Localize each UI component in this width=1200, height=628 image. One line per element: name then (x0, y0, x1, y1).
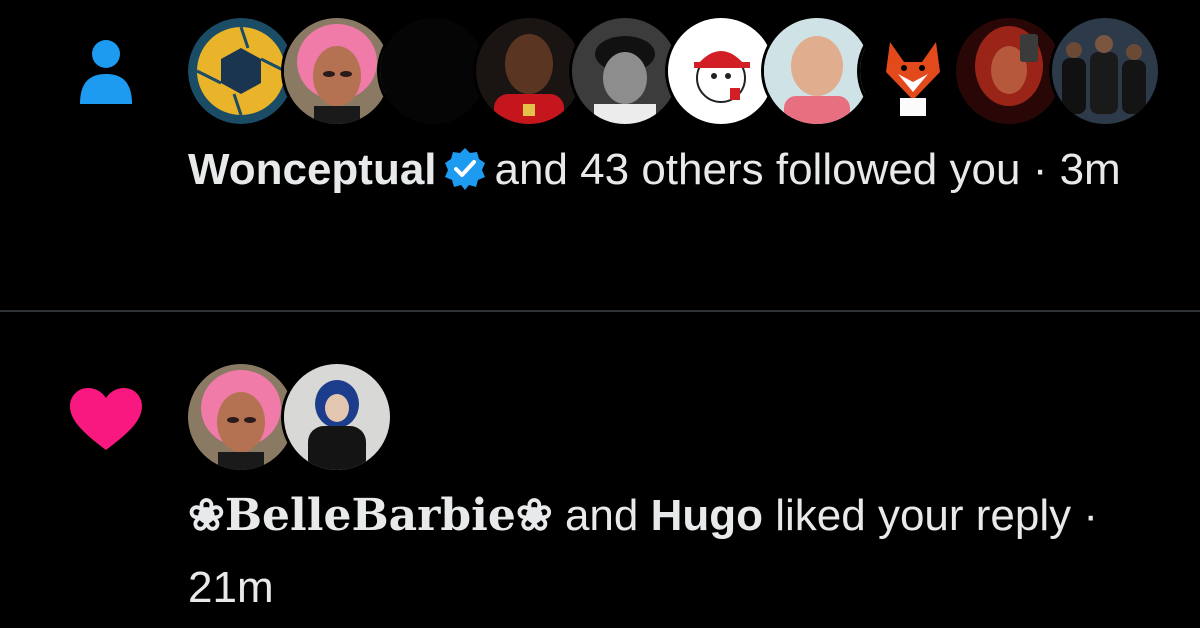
avatar[interactable] (188, 18, 294, 124)
liker-avatars (188, 364, 390, 470)
follower-avatars (188, 18, 1158, 124)
timestamp[interactable]: 21m (188, 563, 274, 612)
avatar[interactable] (1052, 18, 1158, 124)
action-text: liked your reply (775, 491, 1072, 540)
avatar[interactable] (284, 364, 390, 470)
follow-notification-text: Wonceptual and 43 others followed you · … (188, 134, 1148, 206)
avatar[interactable] (188, 364, 294, 470)
actor2-name[interactable]: Hugo (651, 491, 763, 540)
avatar[interactable] (668, 18, 774, 124)
verified-badge-icon (444, 148, 485, 190)
avatar[interactable] (956, 18, 1062, 124)
follow-notification[interactable]: Wonceptual and 43 others followed you · … (0, 0, 1200, 310)
joiner-text: and (564, 491, 639, 540)
avatar[interactable] (284, 18, 390, 124)
like-notification-text: ❀BelleBarbie❀ and Hugo liked your reply … (188, 480, 1148, 624)
avatar[interactable] (572, 18, 678, 124)
avatar[interactable] (860, 18, 966, 124)
separator-dot: · (1032, 145, 1048, 194)
actor-name[interactable]: Wonceptual (188, 145, 437, 194)
like-notification[interactable]: ❀BelleBarbie❀ and Hugo liked your reply … (0, 312, 1200, 628)
heart-icon (70, 388, 142, 450)
avatar[interactable] (380, 18, 486, 124)
actor-name[interactable]: ❀BelleBarbie❀ (188, 490, 553, 541)
action-text: and 43 others followed you (494, 145, 1021, 194)
avatar[interactable] (764, 18, 870, 124)
person-icon (80, 40, 132, 104)
timestamp[interactable]: 3m (1060, 145, 1121, 194)
avatar[interactable] (476, 18, 582, 124)
separator-dot: · (1083, 491, 1099, 540)
